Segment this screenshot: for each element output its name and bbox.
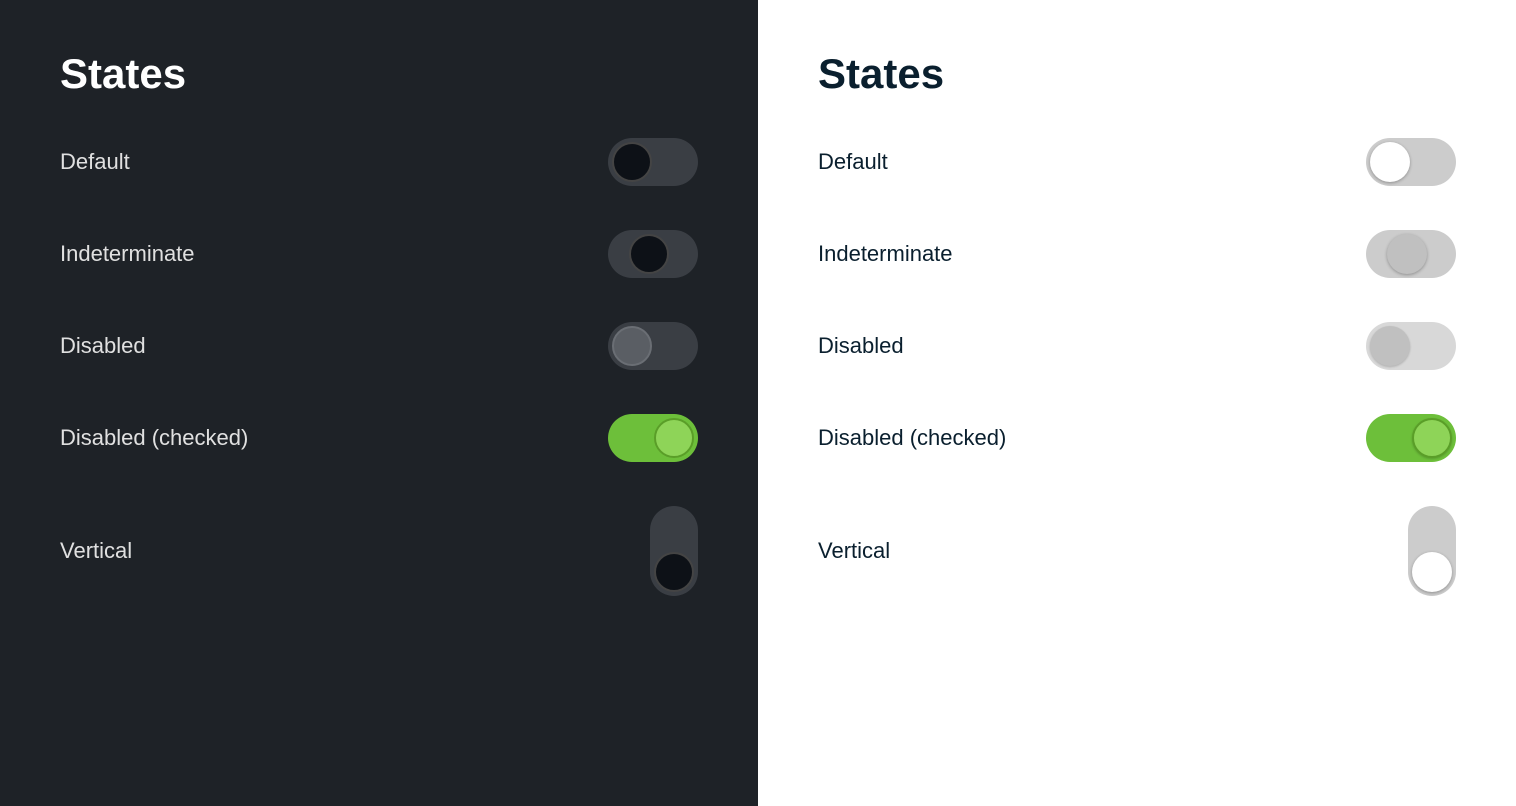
dark-disabled-toggle xyxy=(608,322,698,370)
dark-indeterminate-toggle[interactable] xyxy=(608,230,698,278)
dark-default-label: Default xyxy=(60,149,130,175)
dark-disabled-row: Disabled xyxy=(60,322,698,370)
dark-panel: States Default Indeterminate Disabled Di… xyxy=(0,0,758,806)
dark-default-toggle[interactable] xyxy=(608,138,698,186)
light-indeterminate-label: Indeterminate xyxy=(818,241,953,267)
dark-indeterminate-thumb xyxy=(629,234,669,274)
light-disabled-checked-thumb xyxy=(1412,418,1452,458)
dark-disabled-checked-label: Disabled (checked) xyxy=(60,425,248,451)
light-default-toggle[interactable] xyxy=(1366,138,1456,186)
dark-indeterminate-row: Indeterminate xyxy=(60,230,698,278)
light-disabled-thumb xyxy=(1370,326,1410,366)
dark-vertical-row: Vertical xyxy=(60,506,698,596)
light-disabled-checked-row: Disabled (checked) xyxy=(818,414,1456,462)
dark-default-row: Default xyxy=(60,138,698,186)
light-vertical-thumb xyxy=(1412,552,1452,592)
light-vertical-toggle[interactable] xyxy=(1408,506,1456,596)
light-default-row: Default xyxy=(818,138,1456,186)
light-default-thumb xyxy=(1370,142,1410,182)
dark-panel-title: States xyxy=(60,50,698,98)
light-vertical-label: Vertical xyxy=(818,538,890,564)
dark-indeterminate-label: Indeterminate xyxy=(60,241,195,267)
dark-disabled-checked-row: Disabled (checked) xyxy=(60,414,698,462)
dark-disabled-checked-thumb xyxy=(654,418,694,458)
light-disabled-label: Disabled xyxy=(818,333,904,359)
light-indeterminate-thumb xyxy=(1387,234,1427,274)
dark-vertical-toggle[interactable] xyxy=(650,506,698,596)
light-disabled-checked-toggle xyxy=(1366,414,1456,462)
light-default-label: Default xyxy=(818,149,888,175)
light-panel: States Default Indeterminate Disabled Di… xyxy=(758,0,1516,806)
light-disabled-checked-label: Disabled (checked) xyxy=(818,425,1006,451)
dark-disabled-thumb xyxy=(612,326,652,366)
light-indeterminate-row: Indeterminate xyxy=(818,230,1456,278)
dark-default-thumb xyxy=(612,142,652,182)
light-disabled-toggle xyxy=(1366,322,1456,370)
dark-vertical-label: Vertical xyxy=(60,538,132,564)
light-indeterminate-toggle[interactable] xyxy=(1366,230,1456,278)
light-disabled-row: Disabled xyxy=(818,322,1456,370)
dark-disabled-checked-toggle xyxy=(608,414,698,462)
dark-disabled-label: Disabled xyxy=(60,333,146,359)
dark-vertical-thumb xyxy=(654,552,694,592)
light-panel-title: States xyxy=(818,50,1456,98)
light-vertical-row: Vertical xyxy=(818,506,1456,596)
